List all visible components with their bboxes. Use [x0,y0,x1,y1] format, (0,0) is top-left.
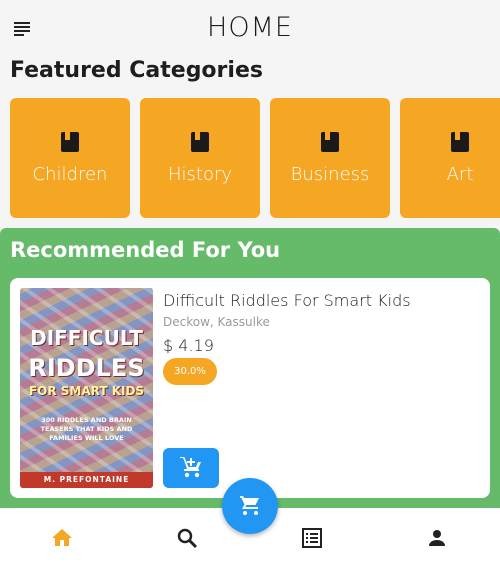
featured-categories-title: Featured Categories [10,58,263,83]
cover-author: M. PREFONTAINE [20,472,153,488]
category-list: Children History Business Art [10,98,500,218]
discount-badge: 30.0% [163,358,217,385]
category-card-history[interactable]: History [140,98,260,218]
book-cover-image[interactable]: DIFFICULT RIDDLES FOR SMART KIDS 300 RID… [20,288,153,488]
list-icon [302,528,322,548]
book-icon [191,132,209,152]
book-icon [321,132,339,152]
home-icon [52,529,72,546]
cover-title-line: DIFFICULT [30,326,143,350]
category-label: History [167,164,233,185]
book-price: $ 4.19 [163,336,214,355]
top-bar: HOME [0,0,500,58]
book-title[interactable]: Difficult Riddles For Smart Kids [163,291,411,310]
cover-title-line: RIDDLES [28,354,145,382]
nav-orders[interactable] [300,526,324,550]
page-title: HOME [207,12,293,43]
recommended-section: Recommended For You DIFFICULT RIDDLES FO… [0,228,500,508]
nav-profile[interactable] [425,526,449,550]
book-card[interactable]: DIFFICULT RIDDLES FOR SMART KIDS 300 RID… [10,278,490,498]
category-card-art[interactable]: Art [400,98,500,218]
category-label: Children [32,164,108,185]
category-label: Art [446,164,474,185]
person-icon [429,530,445,546]
recommended-title: Recommended For You [10,238,281,262]
category-label: Business [290,164,370,185]
book-icon [61,132,79,152]
book-author: Deckow, Kassulke [163,315,270,329]
nav-home[interactable] [50,526,74,550]
book-icon [451,132,469,152]
nav-search[interactable] [175,526,199,550]
category-card-business[interactable]: Business [270,98,390,218]
shopping-cart-icon [240,496,259,515]
cover-subtitle: 300 RIDDLES AND BRAIN TEASERS THAT KIDS … [40,416,133,442]
add-to-cart-button[interactable] [163,448,219,488]
category-card-children[interactable]: Children [10,98,130,218]
add-to-cart-icon [180,457,201,478]
cart-fab-button[interactable] [222,478,278,534]
cover-title-line: FOR SMART KIDS [28,384,145,398]
search-icon [177,528,198,549]
